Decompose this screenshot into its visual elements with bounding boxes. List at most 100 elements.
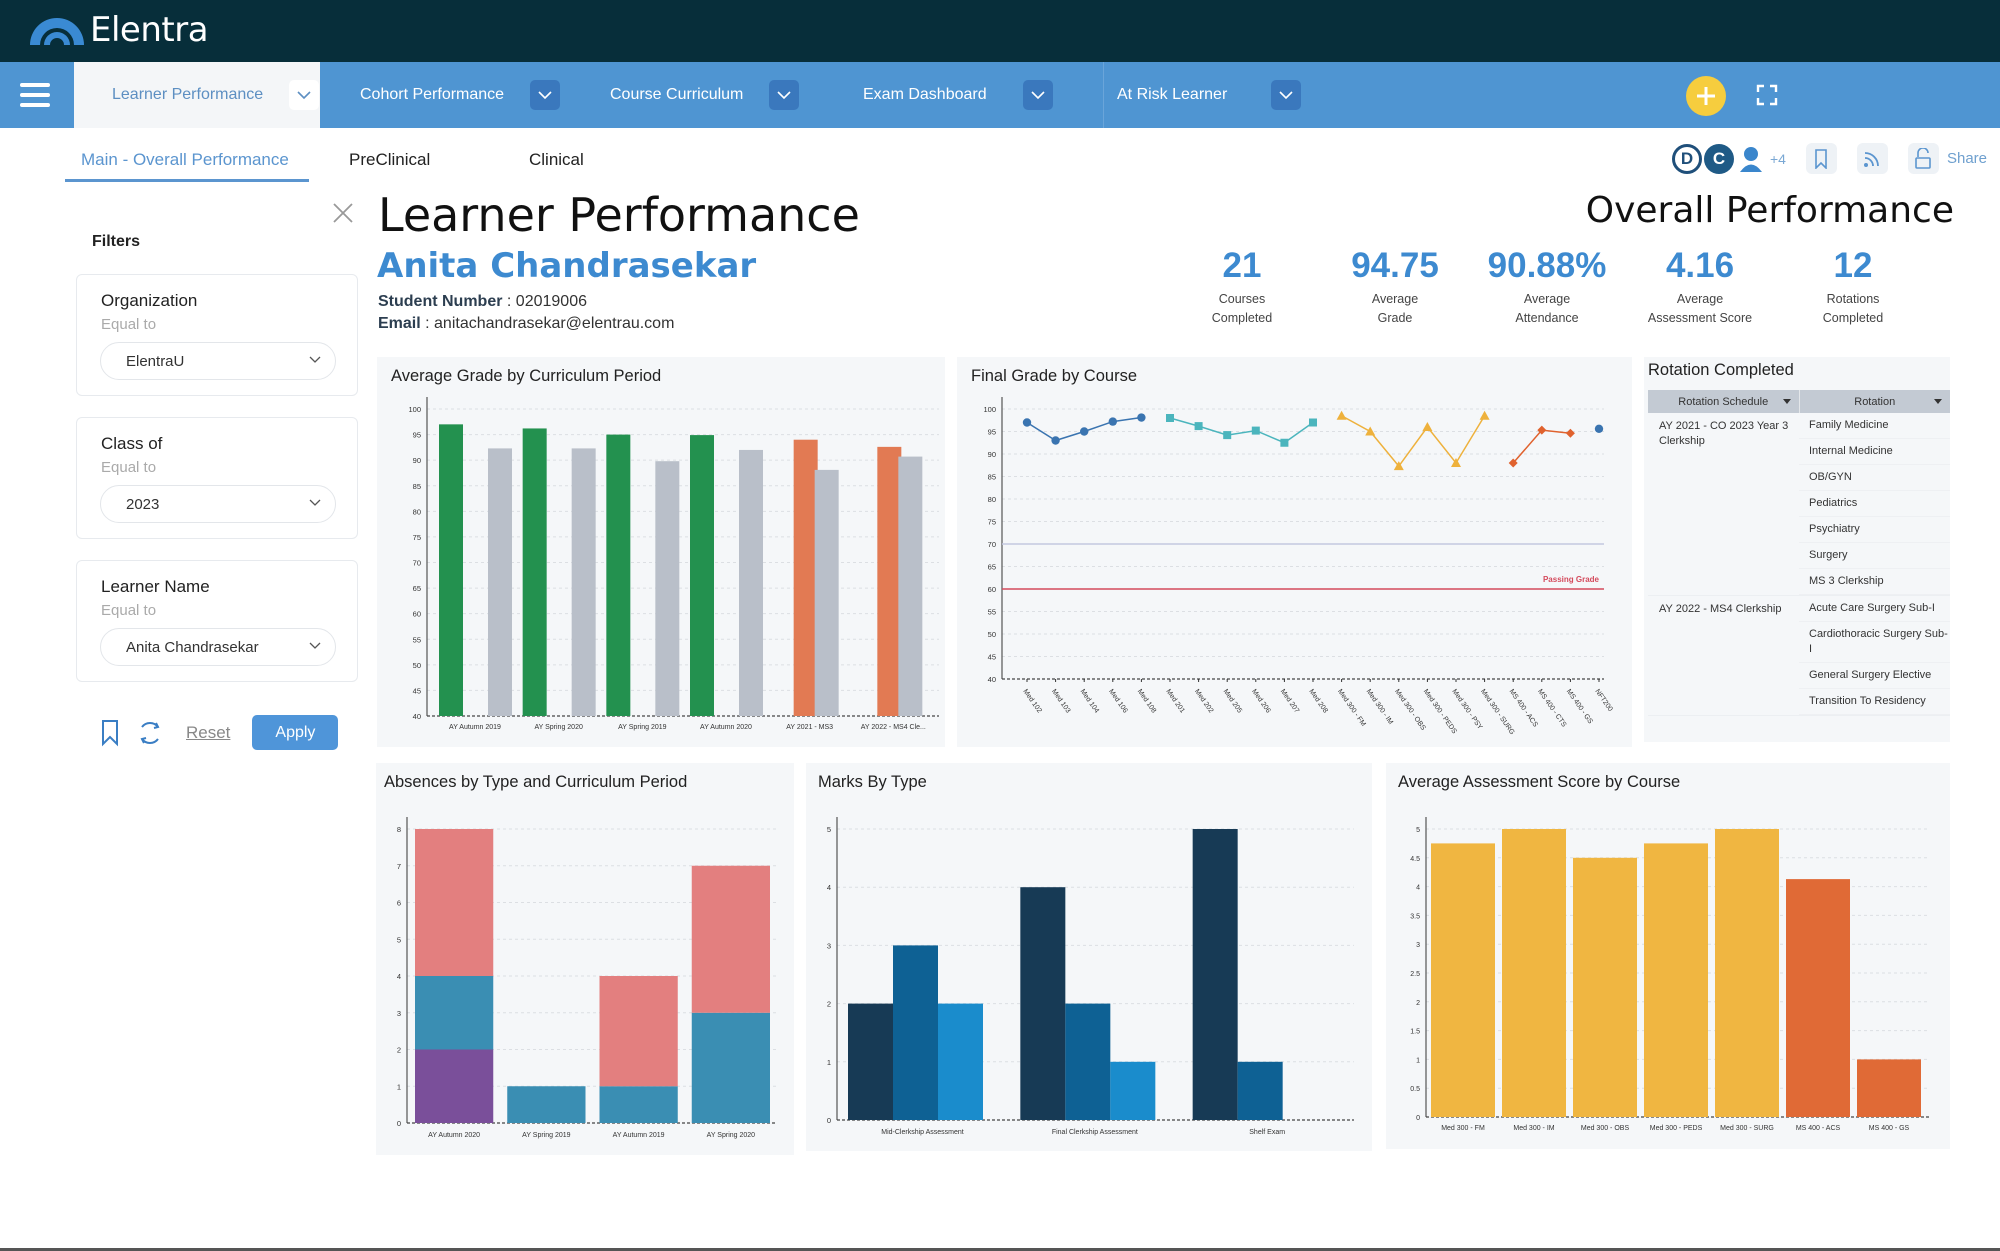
x-tick-label: MS 400 - ACS bbox=[1508, 688, 1539, 729]
x-tick-label: AY 2022 - MS4 Cle... bbox=[861, 724, 926, 731]
x-tick-label: AY 2021 - MS3 bbox=[786, 724, 833, 731]
chevron-down-icon[interactable] bbox=[1271, 80, 1302, 110]
data-point bbox=[1365, 426, 1376, 436]
reset-link[interactable]: Reset bbox=[186, 723, 230, 743]
bar bbox=[1192, 829, 1238, 1120]
final-grade-panel: Final Grade by Course 40 45 50 55 60 65 70 75 80… bbox=[957, 357, 1632, 747]
y-tick-label: 60 bbox=[988, 585, 996, 594]
y-tick-label: 45 bbox=[413, 686, 421, 695]
filter-organization: Organization Equal to ElentraU bbox=[76, 274, 358, 396]
bar-segment bbox=[691, 865, 770, 1013]
subtab-preclinical[interactable]: PreClinical bbox=[309, 140, 499, 182]
reference-line-label: Passing Grade bbox=[1543, 575, 1600, 584]
x-tick-label: Med 106 bbox=[1107, 688, 1128, 714]
top-bar: Elentra bbox=[0, 0, 2000, 62]
filter-label: Learner Name bbox=[101, 577, 210, 596]
subtab-clinical[interactable]: Clinical bbox=[499, 140, 600, 182]
x-tick-label: Med 300 - OBS bbox=[1393, 688, 1427, 732]
bar bbox=[848, 1003, 893, 1120]
data-point bbox=[1166, 414, 1174, 422]
avatar[interactable]: D bbox=[1672, 143, 1702, 174]
chevron-down-icon bbox=[309, 642, 321, 649]
data-point bbox=[1051, 436, 1060, 445]
nav-tab-exam-dashboard[interactable]: Exam Dashboard bbox=[863, 62, 1053, 128]
y-tick-label: 5 bbox=[1416, 827, 1420, 834]
filter-label: Class of bbox=[101, 434, 163, 453]
x-tick-label: AY Spring 2020 bbox=[707, 1132, 755, 1139]
fullscreen-icon[interactable] bbox=[1756, 84, 1778, 106]
y-tick-label: 3 bbox=[1416, 942, 1420, 949]
y-tick-label: 1 bbox=[827, 1058, 831, 1067]
series-line bbox=[1512, 429, 1571, 464]
filter-operator: Equal to bbox=[101, 602, 157, 619]
y-tick-label: 60 bbox=[413, 610, 421, 619]
refresh-icon[interactable] bbox=[136, 719, 164, 747]
chevron-down-icon bbox=[309, 499, 321, 506]
y-tick-label: 100 bbox=[983, 405, 996, 414]
column-header-rotation[interactable]: Rotation bbox=[1800, 390, 1951, 413]
y-tick-label: 4 bbox=[397, 972, 401, 981]
bar-segment bbox=[599, 1086, 678, 1123]
nav-divider bbox=[1103, 62, 1104, 128]
chevron-down-icon[interactable] bbox=[530, 80, 561, 110]
x-tick-label: Med 103 bbox=[1050, 688, 1071, 714]
share-button[interactable]: Share bbox=[1947, 150, 1987, 167]
rotation-cell: Transition To Residency bbox=[1799, 689, 1950, 715]
y-tick-label: 65 bbox=[988, 563, 996, 572]
close-filters-icon[interactable] bbox=[330, 200, 356, 226]
section-title: Overall Performance bbox=[1585, 190, 1954, 231]
y-tick-label: 4 bbox=[1416, 885, 1420, 892]
apply-button[interactable]: Apply bbox=[252, 715, 339, 750]
x-tick-label: MS 400 - GS bbox=[1869, 1125, 1910, 1132]
bar bbox=[1786, 879, 1850, 1117]
data-point bbox=[1022, 418, 1032, 427]
column-header-rotation-schedule[interactable]: Rotation Schedule bbox=[1648, 390, 1800, 413]
data-point bbox=[1280, 438, 1289, 447]
chevron-down-icon[interactable] bbox=[1022, 80, 1053, 110]
bar-segment bbox=[599, 976, 678, 1087]
avatar[interactable]: C bbox=[1704, 143, 1734, 174]
rotation-table: Rotation Schedule Rotation AY 2021 - CO … bbox=[1648, 390, 1950, 716]
subscribe-button[interactable] bbox=[1856, 143, 1888, 174]
chevron-down-icon[interactable] bbox=[289, 80, 320, 110]
class-of-select[interactable]: 2023 bbox=[100, 485, 336, 523]
nav-tab-course-curriculum[interactable]: Course Curriculum bbox=[610, 62, 800, 128]
app-logo[interactable]: Elentra bbox=[28, 10, 209, 50]
y-tick-label: 85 bbox=[988, 473, 996, 482]
rotation-schedule-cell: AY 2021 - CO 2023 Year 3 Clerkship bbox=[1659, 420, 1789, 447]
hamburger-icon[interactable] bbox=[20, 83, 50, 107]
elentra-logo-icon bbox=[30, 18, 84, 45]
nav-tab-cohort-performance[interactable]: Cohort Performance bbox=[360, 62, 561, 128]
nav-tab-at-risk-learner[interactable]: At Risk Learner bbox=[1117, 62, 1302, 128]
y-tick-label: 0.5 bbox=[1410, 1086, 1420, 1093]
y-tick-label: 5 bbox=[827, 825, 831, 834]
series-line bbox=[1341, 415, 1486, 468]
bookmark-icon[interactable] bbox=[100, 719, 120, 747]
x-tick-label: Med 300 - FM bbox=[1336, 688, 1367, 728]
final-grade-chart: 40 45 50 55 60 65 70 75 80 85 90 95 100 Passing Grade… bbox=[983, 397, 1614, 736]
assessment-panel: Average Assessment Score by Course 0 0.5 1… bbox=[1386, 763, 1950, 1149]
filter-operator: Equal to bbox=[101, 316, 157, 333]
y-tick-label: 6 bbox=[397, 899, 401, 908]
bar-cohort bbox=[655, 461, 680, 716]
y-tick-label: 1.5 bbox=[1410, 1029, 1420, 1036]
data-point bbox=[1080, 427, 1089, 436]
user-icon[interactable] bbox=[1738, 145, 1764, 173]
learner-name-select[interactable]: Anita Chandrasekar bbox=[100, 628, 336, 666]
organization-select[interactable]: ElentraU bbox=[100, 342, 336, 380]
permissions-button[interactable] bbox=[1907, 143, 1939, 174]
nav-tab-learner-performance[interactable]: Learner Performance bbox=[74, 62, 320, 128]
subtab-main-overall-performance[interactable]: Main - Overall Performance bbox=[65, 140, 309, 182]
sub-tabs: Main - Overall Performance PreClinical C… bbox=[65, 140, 600, 182]
bar bbox=[1644, 843, 1708, 1117]
bar-learner bbox=[877, 446, 902, 716]
data-point bbox=[1251, 426, 1260, 435]
filter-operator: Equal to bbox=[101, 459, 157, 476]
y-tick-label: 50 bbox=[413, 661, 421, 670]
bookmark-button[interactable] bbox=[1805, 143, 1837, 174]
table-row-group: AY 2021 - CO 2023 Year 3 Clerkship Family… bbox=[1648, 413, 1950, 596]
add-button[interactable] bbox=[1686, 76, 1726, 116]
chevron-down-icon[interactable] bbox=[769, 80, 800, 110]
extra-users-count[interactable]: +4 bbox=[1770, 151, 1786, 167]
y-tick-label: 4 bbox=[827, 883, 831, 892]
